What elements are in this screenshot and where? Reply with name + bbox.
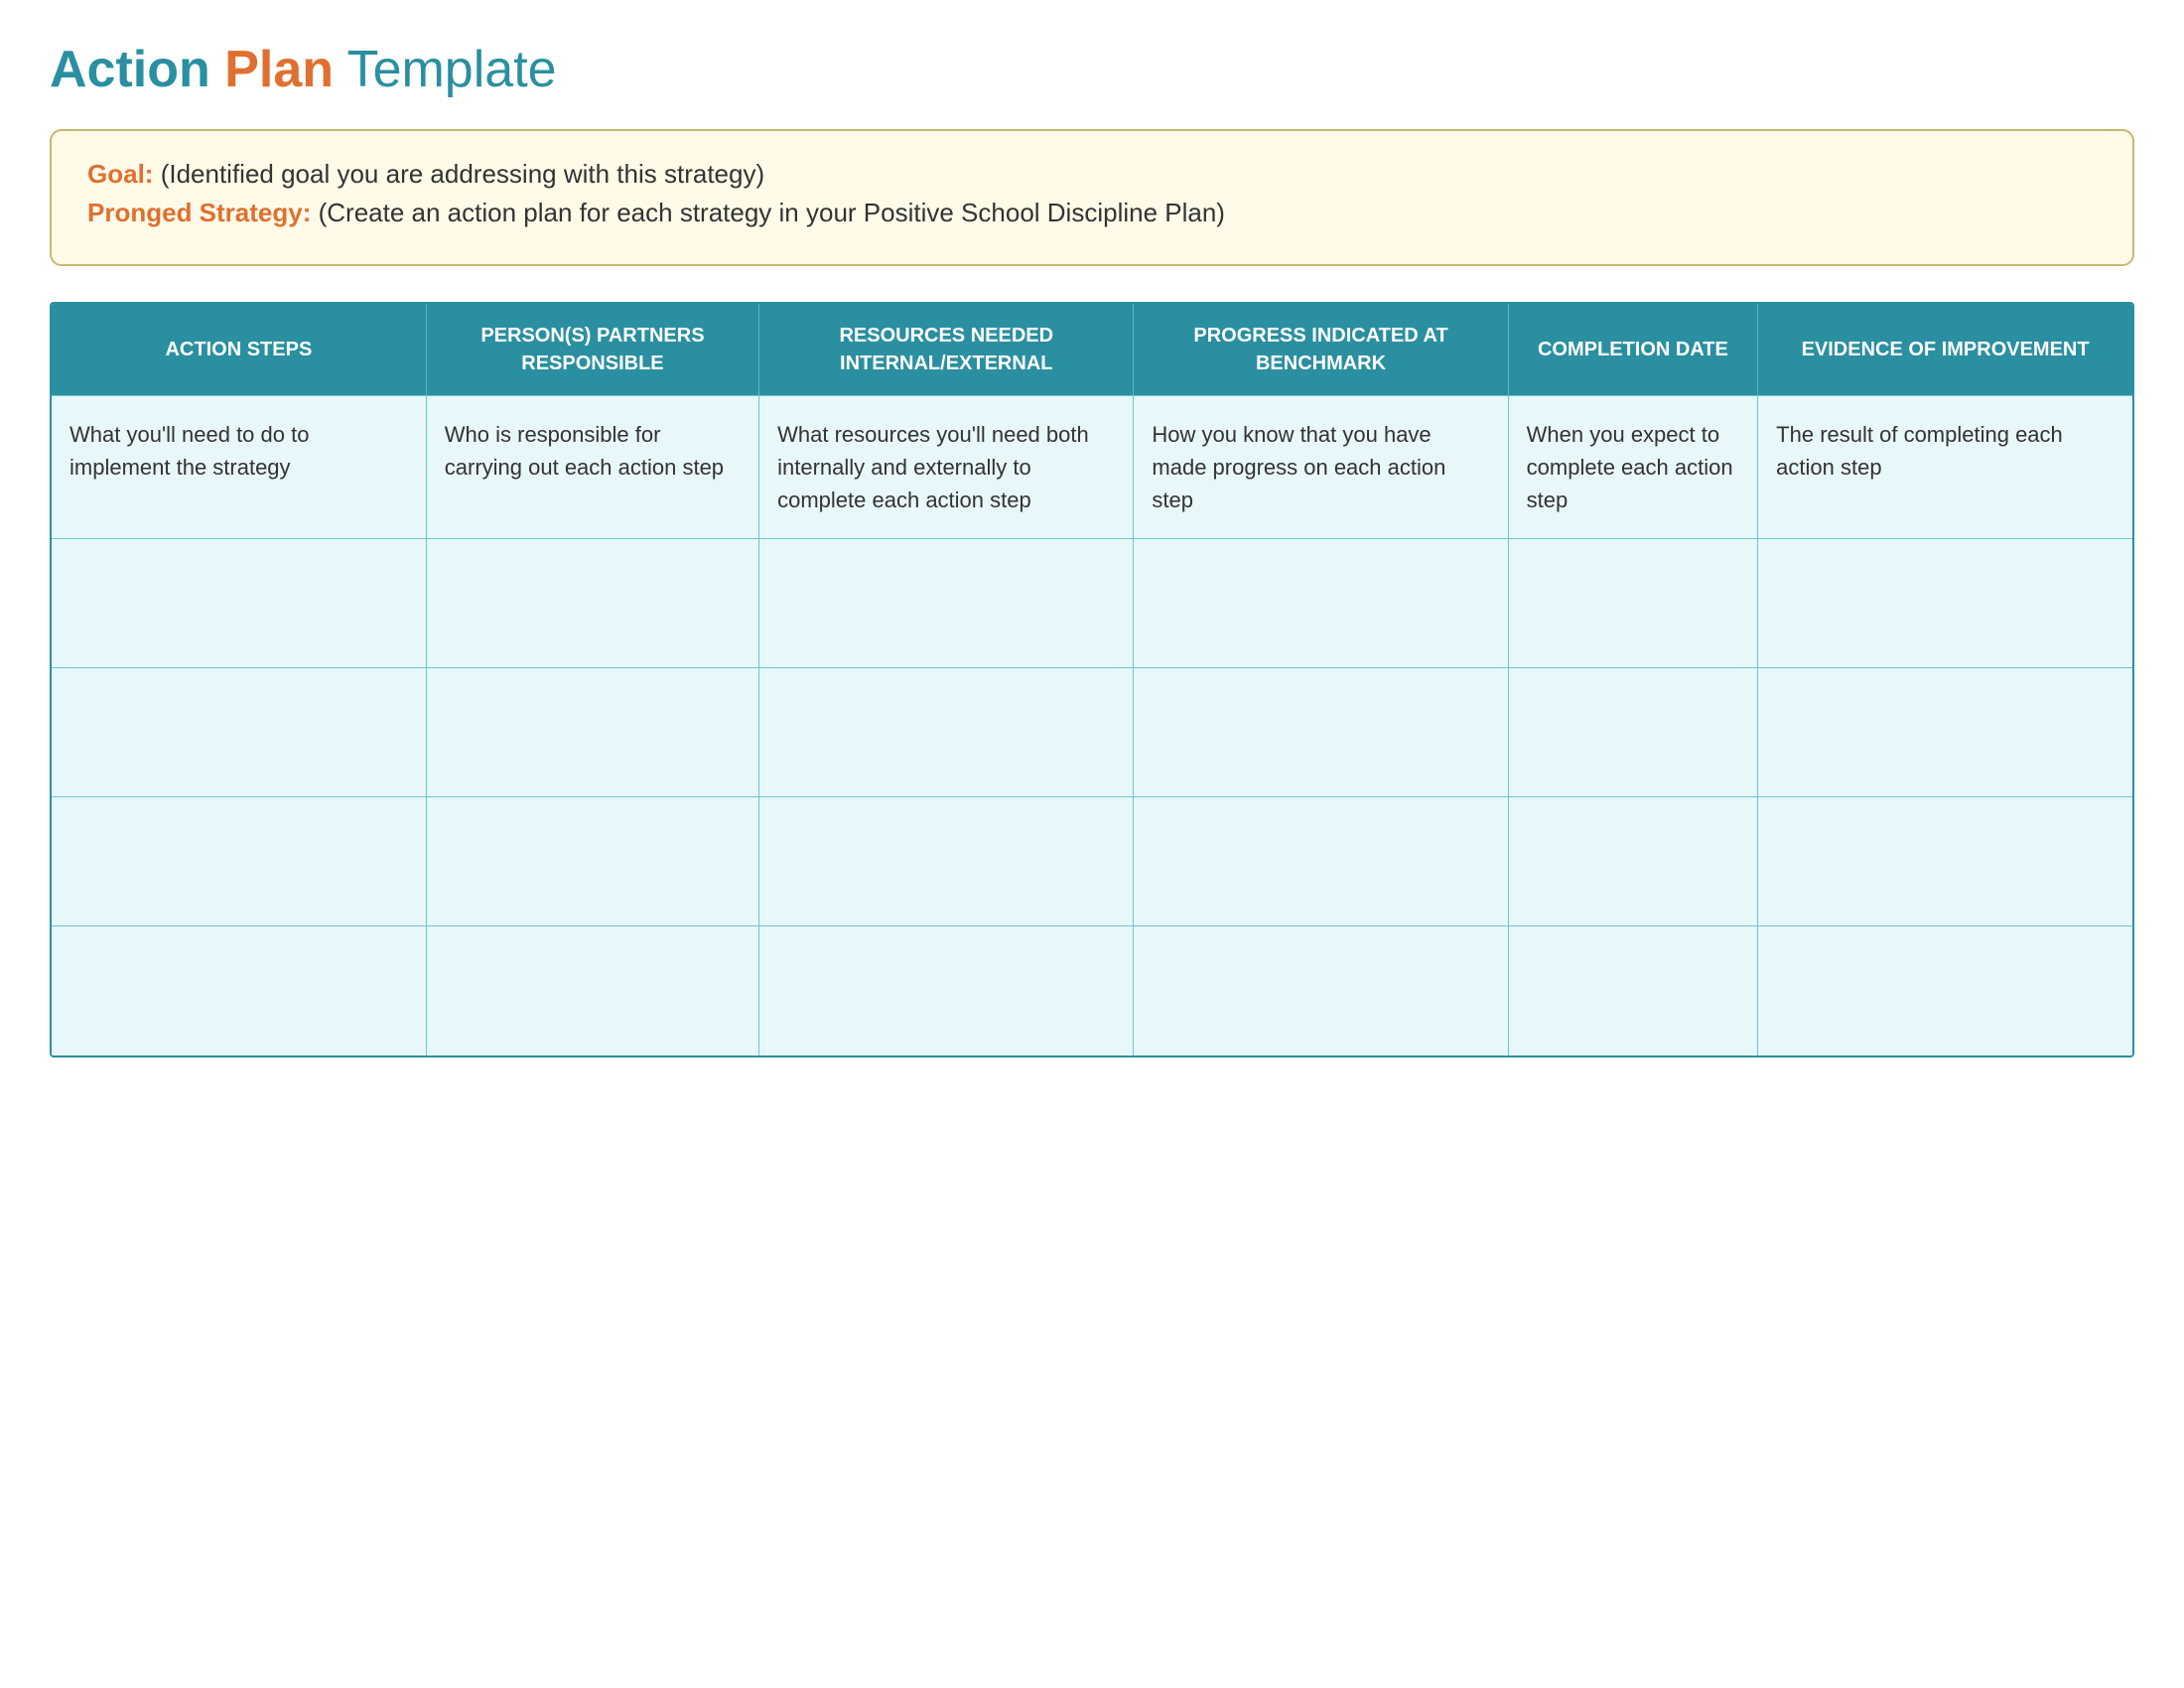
row2-resources <box>759 539 1134 668</box>
goal-line: Goal: (Identified goal you are addressin… <box>87 159 2097 190</box>
desc-action-steps: What you'll need to do to implement the … <box>52 396 426 539</box>
row4-completion <box>1508 797 1758 926</box>
row5-progress <box>1134 926 1508 1055</box>
table-row <box>52 539 2132 668</box>
row2-completion <box>1508 539 1758 668</box>
header-completion-date: COMPLETION DATE <box>1508 304 1758 396</box>
desc-completion: When you expect to complete each action … <box>1508 396 1758 539</box>
row3-resources <box>759 668 1134 797</box>
desc-progress: How you know that you have made progress… <box>1134 396 1508 539</box>
row2-person <box>426 539 758 668</box>
desc-resources: What resources you'll need both internal… <box>759 396 1134 539</box>
row5-action <box>52 926 426 1055</box>
header-persons-partners: PERSON(S) PARTNERS RESPONSIBLE <box>426 304 758 396</box>
goal-box: Goal: (Identified goal you are addressin… <box>50 129 2134 266</box>
row2-progress <box>1134 539 1508 668</box>
table-row <box>52 668 2132 797</box>
header-progress-benchmark: PROGRESS INDICATED AT BENCHMARK <box>1134 304 1508 396</box>
row4-evidence <box>1758 797 2132 926</box>
action-plan-table: ACTION STEPS PERSON(S) PARTNERS RESPONSI… <box>50 302 2134 1057</box>
header-action-steps: ACTION STEPS <box>52 304 426 396</box>
table-row <box>52 926 2132 1055</box>
row4-person <box>426 797 758 926</box>
row3-progress <box>1134 668 1508 797</box>
row3-person <box>426 668 758 797</box>
row4-action <box>52 797 426 926</box>
row2-action <box>52 539 426 668</box>
header-resources-needed: RESOURCES NEEDED INTERNAL/EXTERNAL <box>759 304 1134 396</box>
row3-action <box>52 668 426 797</box>
row4-resources <box>759 797 1134 926</box>
desc-evidence: The result of completing each action ste… <box>1758 396 2132 539</box>
table-row-description: What you'll need to do to implement the … <box>52 396 2132 539</box>
page-title: Action Plan Template <box>50 40 2134 99</box>
desc-persons: Who is responsible for carrying out each… <box>426 396 758 539</box>
table-row <box>52 797 2132 926</box>
row5-completion <box>1508 926 1758 1055</box>
row5-evidence <box>1758 926 2132 1055</box>
pronged-line: Pronged Strategy: (Create an action plan… <box>87 198 2097 228</box>
row4-progress <box>1134 797 1508 926</box>
row5-resources <box>759 926 1134 1055</box>
row3-evidence <box>1758 668 2132 797</box>
row2-evidence <box>1758 539 2132 668</box>
row5-person <box>426 926 758 1055</box>
row3-completion <box>1508 668 1758 797</box>
header-evidence-improvement: EVIDENCE OF IMPROVEMENT <box>1758 304 2132 396</box>
